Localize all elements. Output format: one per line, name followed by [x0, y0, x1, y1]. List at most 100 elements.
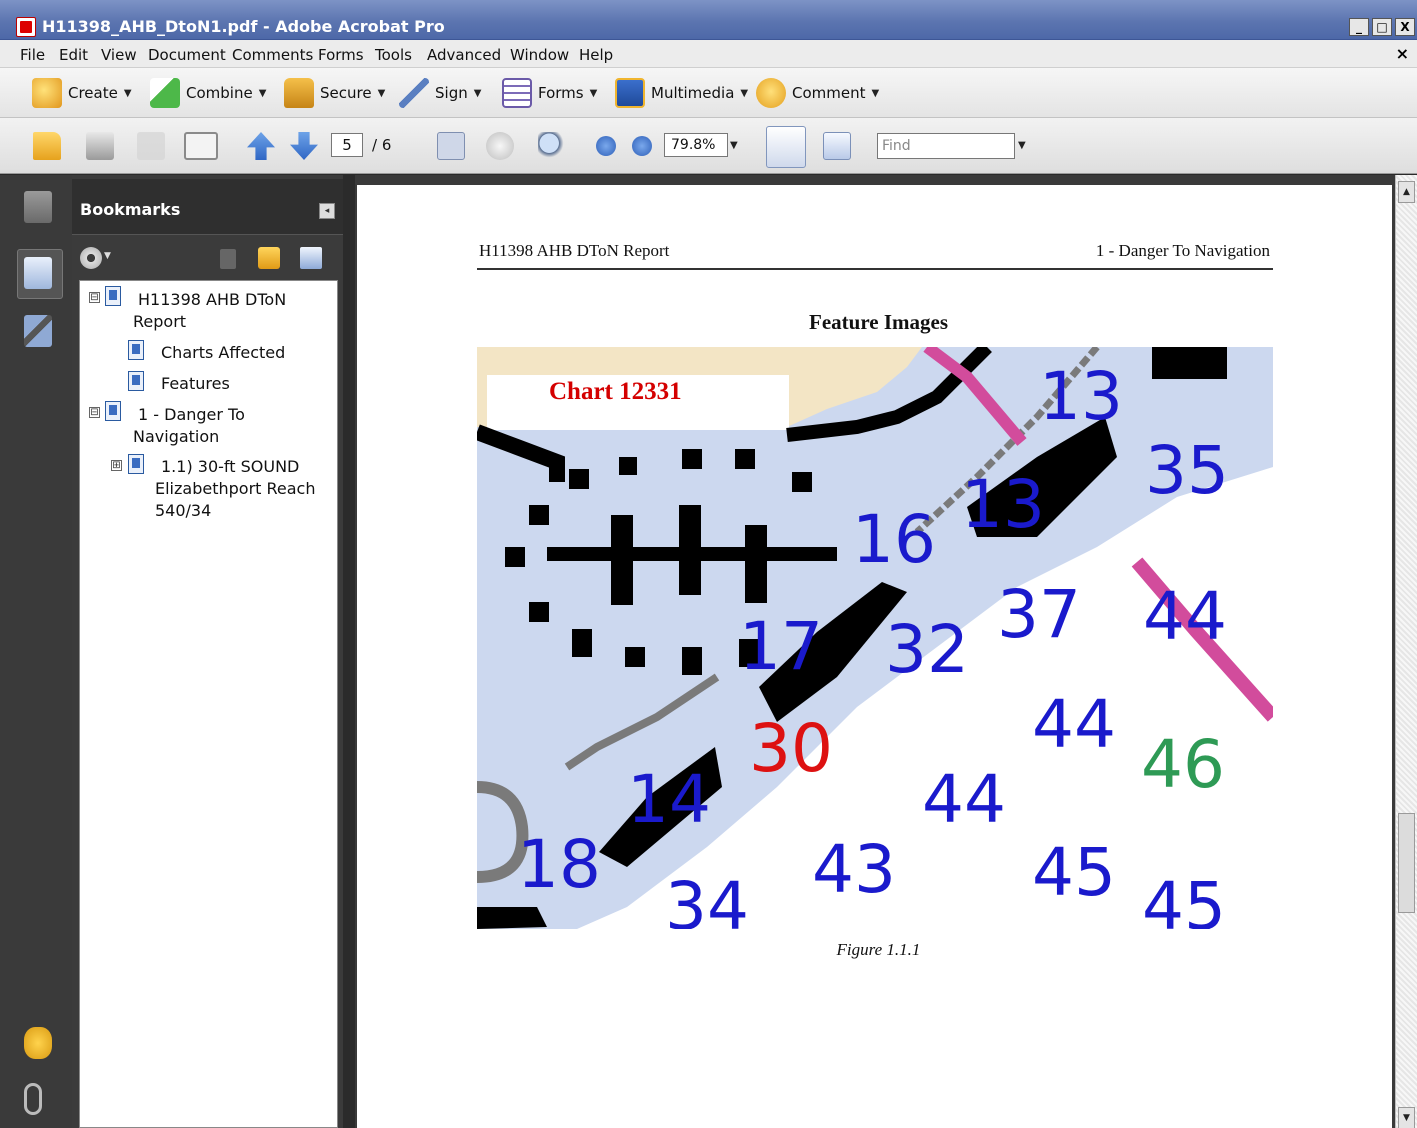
collapse-panel-icon[interactable]: ◂	[319, 203, 335, 219]
comment-button[interactable]: Comment ▼	[756, 76, 879, 110]
chevron-down-icon: ▼	[258, 87, 267, 99]
email-icon[interactable]	[184, 132, 218, 160]
find-input[interactable]: Find	[877, 133, 1015, 159]
bookmark-item-sounding-line3[interactable]: 540/34	[155, 499, 211, 522]
bookmark-item-report-line2[interactable]: Report	[133, 310, 186, 333]
pier	[625, 647, 645, 667]
chart-label: Chart 12331	[549, 378, 682, 405]
zoom-dropdown-icon[interactable]: ▼	[730, 140, 742, 152]
sign-button[interactable]: Sign ▼	[399, 76, 481, 110]
forms-label: Forms	[538, 84, 584, 102]
secure-button[interactable]: Secure ▼	[284, 76, 385, 110]
print-icon[interactable]	[86, 132, 114, 160]
scroll-down-icon[interactable]: ▼	[1398, 1107, 1415, 1128]
collapse-toggle-icon[interactable]: ⊟	[89, 407, 100, 418]
document-viewport[interactable]: H11398 AHB DToN Report 1 - Danger To Nav…	[355, 175, 1395, 1128]
menu-forms[interactable]: Forms	[318, 46, 364, 64]
options-gear-icon[interactable]	[80, 247, 102, 269]
pier	[679, 505, 701, 595]
page-number-input[interactable]: 5	[331, 133, 363, 157]
pier	[792, 472, 812, 492]
menu-document[interactable]: Document	[148, 46, 226, 64]
land-area	[1152, 347, 1227, 379]
bookmark-item-danger-to-navigation[interactable]: 1 - Danger To	[138, 403, 245, 426]
pier	[611, 515, 633, 605]
bookmark-item-report[interactable]: H11398 AHB DToN	[138, 288, 286, 311]
new-bookmark-icon[interactable]	[258, 247, 280, 269]
minimize-button[interactable]: _	[1349, 18, 1369, 36]
chevron-down-icon[interactable]: ▼	[104, 251, 111, 261]
sounding-46: 46	[1141, 726, 1225, 803]
create-button[interactable]: Create ▼	[32, 76, 132, 110]
delete-bookmark-icon[interactable]	[220, 249, 236, 269]
arrow-up-icon[interactable]	[247, 132, 275, 160]
combine-button[interactable]: Combine ▼	[150, 76, 266, 110]
sounding-30: 30	[749, 710, 833, 787]
zoom-in-icon[interactable]	[632, 136, 652, 156]
menu-comments[interactable]: Comments	[232, 46, 313, 64]
bookmark-item-danger-line2[interactable]: Navigation	[133, 425, 219, 448]
sounding-32: 32	[885, 611, 969, 688]
menu-view[interactable]: View	[101, 46, 137, 64]
menu-file[interactable]: File	[20, 46, 45, 64]
select-tool-icon[interactable]	[437, 132, 465, 160]
hand-tool-icon[interactable]	[486, 132, 514, 160]
zoom-level-input[interactable]: 79.8%	[664, 133, 728, 157]
menu-edit[interactable]: Edit	[59, 46, 88, 64]
sounding-37: 37	[997, 576, 1081, 653]
fit-page-icon[interactable]	[823, 132, 851, 160]
zoom-tool-icon[interactable]	[538, 132, 566, 160]
maximize-button[interactable]: □	[1372, 18, 1392, 36]
sounding-35: 35	[1145, 432, 1229, 509]
secure-label: Secure	[320, 84, 372, 102]
vertical-scrollbar[interactable]: ▲ ▼	[1395, 175, 1417, 1128]
pier	[735, 449, 755, 469]
menu-window[interactable]: Window	[510, 46, 569, 64]
scroll-up-icon[interactable]: ▲	[1398, 181, 1415, 203]
document-close-icon[interactable]: ×	[1396, 44, 1409, 63]
bookmark-item-sounding[interactable]: 1.1) 30-ft SOUND	[161, 455, 299, 478]
comments-icon[interactable]	[24, 1027, 52, 1059]
expand-toggle-icon[interactable]: ⊞	[111, 460, 122, 471]
panel-splitter[interactable]	[343, 175, 355, 1128]
menu-help[interactable]: Help	[579, 46, 613, 64]
bookmarks-header: Bookmarks ◂	[72, 179, 343, 235]
bookmarks-panel: Bookmarks ◂ ▼ ⊟ H11398 AHB DToN Report C…	[72, 175, 343, 1128]
scroll-thumb[interactable]	[1398, 813, 1415, 913]
lock-icon	[284, 78, 314, 108]
bookmark-item-features[interactable]: Features	[161, 372, 230, 395]
pier	[682, 647, 702, 675]
expand-bookmark-icon[interactable]	[300, 247, 322, 269]
sounding-17: 17	[739, 608, 823, 685]
menu-tools[interactable]: Tools	[375, 46, 412, 64]
menu-advanced[interactable]: Advanced	[427, 46, 501, 64]
fit-width-icon[interactable]	[766, 126, 806, 168]
collapse-toggle-icon[interactable]: ⊟	[89, 292, 100, 303]
pages-icon[interactable]	[24, 191, 52, 223]
sounding-34: 34	[665, 868, 749, 929]
arrow-down-icon[interactable]	[290, 132, 318, 160]
bookmark-icon	[128, 454, 144, 474]
save-icon[interactable]	[137, 132, 165, 160]
zoom-out-icon[interactable]	[596, 136, 616, 156]
find-dropdown-icon[interactable]: ▼	[1018, 140, 1030, 152]
sounding-13-a: 13	[1039, 358, 1123, 435]
open-folder-icon[interactable]	[33, 132, 61, 160]
bookmarks-title: Bookmarks	[80, 200, 181, 219]
bookmark-icon	[128, 340, 144, 360]
sounding-16: 16	[852, 501, 936, 578]
close-button[interactable]: X	[1395, 18, 1415, 36]
bookmark-item-charts-affected[interactable]: Charts Affected	[161, 341, 285, 364]
sounding-44-b: 44	[1032, 686, 1116, 763]
attachments-icon[interactable]	[24, 1083, 42, 1115]
signatures-icon[interactable]	[24, 315, 52, 347]
forms-button[interactable]: Forms ▼	[502, 76, 597, 110]
bookmark-item-sounding-line2[interactable]: Elizabethport Reach	[155, 477, 315, 500]
acrobat-window: H11398_AHB_DtoN1.pdf - Adobe Acrobat Pro…	[0, 0, 1417, 1128]
sounding-44-a: 44	[1143, 578, 1227, 655]
navigation-pane-rail	[0, 175, 72, 1128]
multimedia-button[interactable]: Multimedia ▼	[615, 76, 748, 110]
sounding-13-b: 13	[961, 466, 1045, 543]
tasks-toolbar: Create ▼ Combine ▼ Secure ▼ Sign ▼ Forms ▼ Mu…	[0, 68, 1417, 118]
film-icon	[615, 78, 645, 108]
